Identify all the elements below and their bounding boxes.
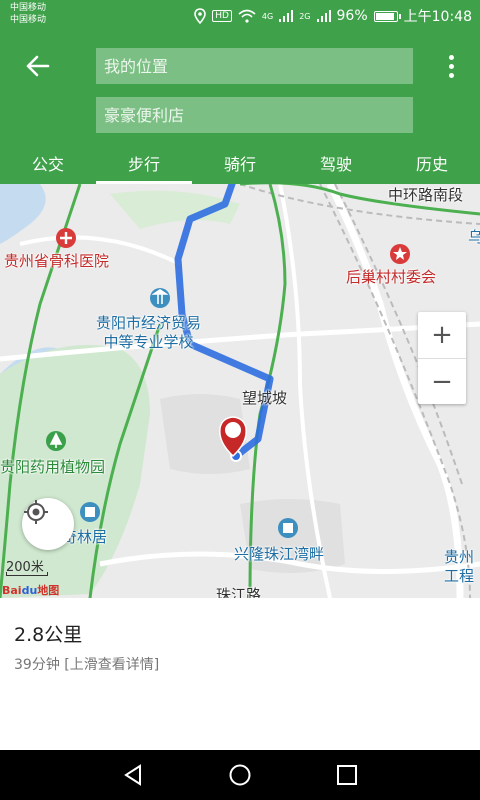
location-icon: [194, 8, 207, 24]
carrier-info: 中国移动 中国移动: [10, 2, 46, 26]
route-distance: 2.8公里: [14, 624, 83, 646]
tab-history[interactable]: 历史: [384, 142, 480, 184]
route-summary-panel[interactable]: 2.8公里 39分钟 [上滑查看详情]: [0, 598, 480, 750]
map-label-school[interactable]: 贵阳市经济贸易 中等专业学校: [96, 314, 201, 352]
signal-icon: [279, 10, 294, 22]
carrier-1: 中国移动: [10, 3, 47, 13]
map-scale-bar: [6, 572, 48, 576]
zoom-in-button[interactable]: +: [418, 312, 466, 358]
back-button[interactable]: [20, 48, 56, 84]
route-duration: 39分钟 [上滑查看详情]: [14, 657, 160, 673]
map-label-area: 望城坡: [242, 389, 288, 407]
nav-recents-icon[interactable]: [334, 762, 360, 788]
map-label-edge: 贵州 工程: [444, 548, 475, 585]
tab-ride[interactable]: 骑行: [192, 142, 288, 184]
status-icons: HD 4G 2G 96% 上午10:48: [194, 6, 472, 26]
locate-me-button[interactable]: [22, 498, 74, 550]
baidu-map-logo: Baidu地图: [2, 584, 60, 597]
destination-input[interactable]: [96, 97, 413, 133]
route-header: 公交 步行 骑行 驾驶 历史: [0, 32, 480, 184]
battery-percent: 96%: [336, 8, 368, 24]
map-label-hospital[interactable]: 贵州省骨科医院: [4, 250, 109, 271]
water-area: [0, 184, 46, 244]
network-type-1: 4G: [261, 11, 274, 21]
map-label-road: 中环路南段: [388, 186, 464, 204]
map-label-village-committee[interactable]: 后巢村村委会: [346, 266, 436, 287]
zoom-controls: + −: [418, 312, 466, 404]
map-label-road: 珠江路: [216, 586, 262, 598]
zoom-out-button[interactable]: −: [418, 358, 466, 405]
origin-input[interactable]: [96, 48, 413, 84]
nav-home-icon[interactable]: [227, 762, 253, 788]
status-bar: 中国移动 中国移动 HD 4G 2G 96% 上午10:48: [0, 0, 480, 32]
back-arrow-icon: [26, 55, 50, 77]
wifi-icon: [238, 9, 256, 23]
park-area: [110, 190, 240, 229]
tab-walk[interactable]: 步行: [96, 142, 192, 184]
crosshair-icon: [24, 500, 48, 524]
travel-mode-tabs: 公交 步行 骑行 驾驶 历史: [0, 142, 480, 184]
clock: 上午10:48: [403, 9, 472, 25]
map-label-garden[interactable]: 贵阳药用植物园: [0, 456, 105, 477]
map-view[interactable]: 终 中环路南段 乌 贵州省骨科医院 后巢村村委会 贵阳市经济贸易 中等专业学校 …: [0, 184, 480, 598]
map-label-edge: 乌: [468, 228, 480, 246]
signal-icon: [316, 10, 331, 22]
destination-marker-label: 终: [226, 439, 236, 450]
carrier-2: 中国移动: [10, 15, 47, 25]
network-type-2: 2G: [299, 11, 311, 21]
battery-icon: [373, 10, 401, 22]
system-nav-bar: [0, 750, 480, 800]
hd-badge: HD: [212, 10, 232, 22]
map-label-residence[interactable]: 兴隆珠江湾畔: [234, 543, 324, 564]
tab-drive[interactable]: 驾驶: [288, 142, 384, 184]
more-menu-button[interactable]: [436, 50, 466, 82]
nav-back-icon[interactable]: [120, 762, 146, 788]
tab-bus[interactable]: 公交: [0, 142, 96, 184]
